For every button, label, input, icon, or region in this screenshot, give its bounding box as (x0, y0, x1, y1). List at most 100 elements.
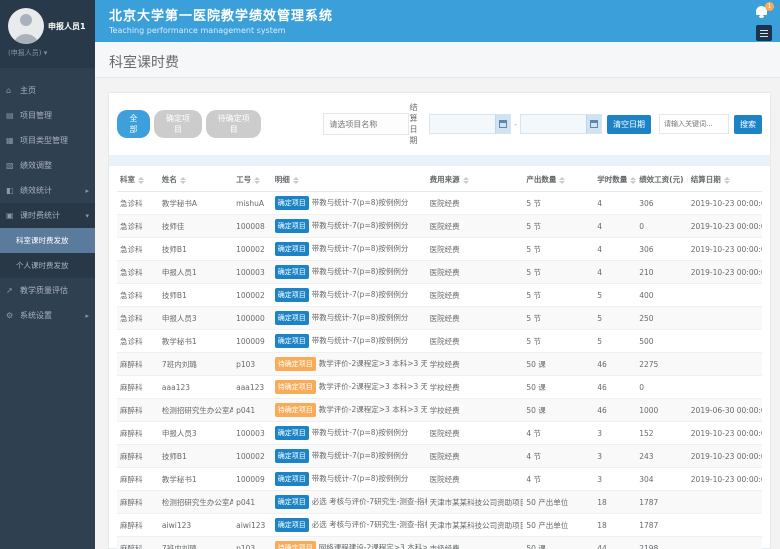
cell-dept: 麻醉科 (117, 399, 159, 422)
cell-wage: 1000 (636, 399, 688, 422)
cell-output: 5 节 (523, 215, 594, 238)
cell-date (688, 307, 762, 330)
cell-detail: 确定项目带教与统计-7(p=8)按例例分 (272, 445, 427, 468)
cell-hours: 3 (594, 468, 636, 491)
cell-detail: 待确定项目教学评价-2课程定>3 本科>3 无授课人 (272, 399, 427, 422)
status-badge: 确定项目 (275, 242, 309, 256)
sidebar-item-adjust[interactable]: ▧绩效调整 (0, 153, 95, 178)
cell-detail: 确定项目带教与统计-7(p=8)按例例分 (272, 238, 427, 261)
date-end-input[interactable] (521, 120, 586, 128)
filter-confirmed-button[interactable]: 确定项目 (154, 110, 202, 138)
cell-source: 市级经费 (427, 537, 524, 549)
cell-detail: 确定项目带教与统计-7(p=8)按例例分 (272, 330, 427, 353)
sidebar-item-label: 课时费统计 (20, 210, 60, 221)
file-icon: ▤ (6, 111, 17, 120)
status-badge: 确定项目 (275, 311, 309, 325)
avatar (8, 8, 44, 44)
calendar-icon[interactable] (586, 115, 601, 133)
search-input[interactable] (659, 114, 729, 134)
column-header[interactable]: 学时数量 (594, 168, 636, 192)
date-start-input[interactable] (430, 120, 495, 128)
cell-output: 50 课 (523, 399, 594, 422)
cell-id: aiwi123 (233, 514, 272, 537)
column-header[interactable]: 费用来源 (427, 168, 524, 192)
cell-source: 医院经费 (427, 238, 524, 261)
sidebar-subitem-label: 科室课时费发放 (16, 235, 69, 246)
cell-wage: 0 (636, 376, 688, 399)
sidebar-item-label: 绩效调整 (20, 160, 52, 171)
sidebar-item-line-chart[interactable]: ↗教学质量评估 (0, 278, 95, 303)
cell-wage: 2198 (636, 537, 688, 549)
filter-all-button[interactable]: 全部 (117, 110, 150, 138)
column-header[interactable]: 科室 (117, 168, 159, 192)
table-header-row: 科室姓名工号明细 费用来源产出数量学时数量绩效工资(元)结算日期 (117, 168, 762, 192)
table-row: 麻醉科教学秘书1100009确定项目带教与统计-7(p=8)按例例分医院经费4 … (117, 468, 762, 491)
cell-output: 50 课 (523, 376, 594, 399)
column-header[interactable]: 工号 (233, 168, 272, 192)
chart-icon: ◧ (6, 186, 17, 195)
cell-output: 50 产出单位 (523, 514, 594, 537)
notification-badge: 1 (765, 2, 774, 11)
sort-icon (138, 177, 144, 184)
cell-date: 2019-10-23 00:00:00 (688, 445, 762, 468)
cell-id: aaa123 (233, 376, 272, 399)
user-role-dropdown[interactable]: (申报人员) ▾ (8, 48, 89, 58)
cell-id: 100000 (233, 307, 272, 330)
column-header[interactable]: 产出数量 (523, 168, 594, 192)
column-header[interactable]: 绩效工资(元) (636, 168, 688, 192)
cell-source: 医院经费 (427, 261, 524, 284)
sidebar-subitem-label: 个人课时费发放 (16, 260, 69, 271)
cell-hours: 46 (594, 376, 636, 399)
cell-dept: 麻醉科 (117, 353, 159, 376)
filter-pending-button[interactable]: 待确定项目 (206, 110, 261, 138)
cell-detail: 确定项目带教与统计-7(p=8)按例例分 (272, 192, 427, 215)
search-button[interactable]: 搜索 (734, 115, 762, 134)
toolbar: 全部 确定项目 待确定项目 结算日期 - (117, 102, 762, 146)
cell-id: 100002 (233, 445, 272, 468)
column-header[interactable]: 姓名 (159, 168, 233, 192)
column-header-label: 结算日期 (691, 175, 721, 184)
notification-bell-icon[interactable]: 1 (756, 4, 772, 18)
detail-text: 带教与统计-7(p=8)按例例分 (312, 267, 409, 276)
sidebar-item-chart[interactable]: ◧绩效统计▸ (0, 178, 95, 203)
column-header[interactable]: 明细 (272, 168, 427, 192)
sidebar-item-file[interactable]: ▤项目管理 (0, 103, 95, 128)
project-name-input[interactable] (323, 113, 409, 135)
sort-icon (254, 177, 260, 184)
cell-output: 50 产出单位 (523, 491, 594, 514)
sidebar-item-grid[interactable]: ▦项目类型管理 (0, 128, 95, 153)
column-header[interactable]: 结算日期 (688, 168, 762, 192)
sidebar-item-home[interactable]: ⌂主页 (0, 78, 95, 103)
detail-text: 网络课程建设-2课程定>3 本科>3 学员 (319, 543, 427, 549)
cell-hours: 44 (594, 537, 636, 549)
status-badge: 确定项目 (275, 334, 309, 348)
column-header-label: 明细 (275, 175, 290, 184)
cell-source: 医院经费 (427, 307, 524, 330)
status-badge: 待确定项目 (275, 357, 316, 371)
cell-dept: 麻醉科 (117, 491, 159, 514)
user-panel: 申报人员1 (申报人员) ▾ (0, 0, 95, 68)
submenu: 科室课时费发放个人课时费发放 (0, 228, 95, 278)
sort-icon (559, 177, 565, 184)
cell-wage: 152 (636, 422, 688, 445)
sidebar-item-gear[interactable]: ⚙系统设置▸ (0, 303, 95, 328)
calendar-icon[interactable] (495, 115, 510, 133)
clear-date-button[interactable]: 清空日期 (607, 115, 651, 134)
sidebar-item-calc[interactable]: ▣课时费统计▾ (0, 203, 95, 228)
cell-output: 5 节 (523, 284, 594, 307)
sidebar-item-label: 系统设置 (20, 310, 52, 321)
table-row: 麻醉科aaa123aaa123待确定项目教学评价-2课程定>3 本科>3 无授课… (117, 376, 762, 399)
sidebar-subitem[interactable]: 个人课时费发放 (0, 253, 95, 278)
cell-name: 教学秘书1 (159, 468, 233, 491)
table-row: 麻醉科7班内刘璐p103待确定项目网络课程建设-2课程定>3 本科>3 学员市级… (117, 537, 762, 549)
corner-menu-icon[interactable] (756, 25, 772, 41)
cell-detail: 确定项目带教与统计-7(p=8)按例例分 (272, 261, 427, 284)
status-badge: 确定项目 (275, 495, 309, 509)
sidebar-subitem[interactable]: 科室课时费发放 (0, 228, 95, 253)
status-badge: 确定项目 (275, 426, 309, 440)
cell-date (688, 491, 762, 514)
cell-wage: 304 (636, 468, 688, 491)
status-badge: 确定项目 (275, 449, 309, 463)
cell-date: 2019-10-23 00:00:00 (688, 238, 762, 261)
cell-source: 学校经费 (427, 399, 524, 422)
